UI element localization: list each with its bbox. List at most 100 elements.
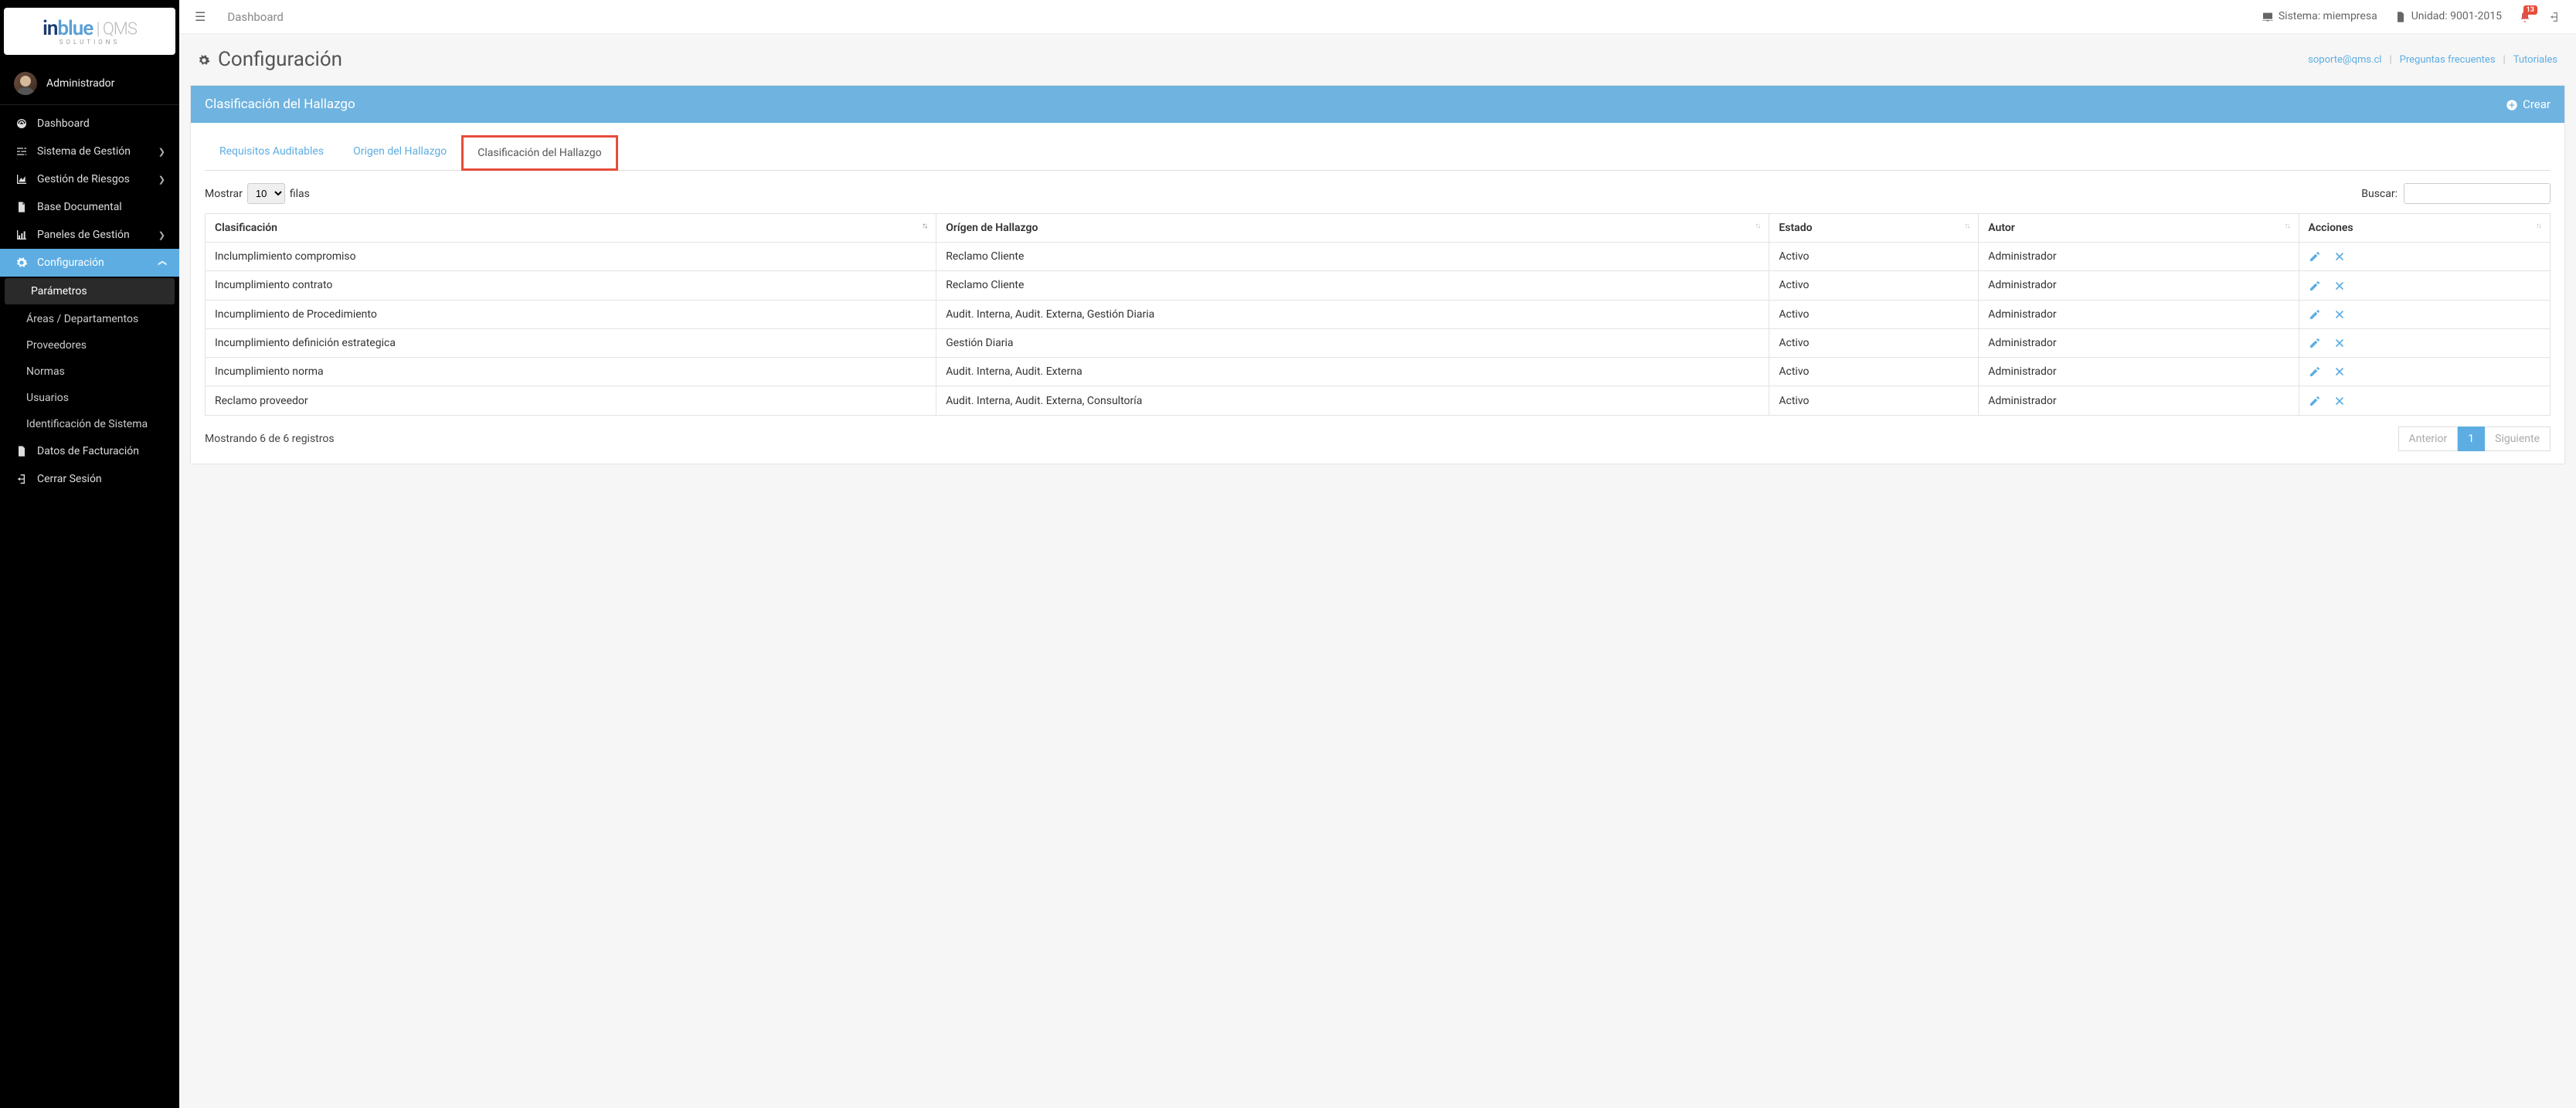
tabs: Requisitos Auditables Origen del Hallazg…	[205, 135, 2551, 171]
chevron-up-icon: ❯	[157, 259, 167, 266]
nav-sistema-gestion[interactable]: Sistema de Gestión ❯	[0, 138, 179, 165]
table-footer: Mostrando 6 de 6 registros Anterior 1 Si…	[205, 427, 2551, 451]
cell-estado: Activo	[1769, 243, 1979, 271]
gear-icon	[198, 48, 210, 71]
main-content: ☰ Dashboard Sistema: miempresa Unidad: 9…	[179, 0, 2576, 1108]
edit-button[interactable]	[2309, 365, 2321, 378]
delete-button[interactable]	[2333, 250, 2346, 263]
subnav-areas[interactable]: Áreas / Departamentos	[0, 306, 179, 332]
table-row: Reclamo proveedor Audit. Interna, Audit.…	[206, 386, 2551, 415]
unidad-indicator[interactable]: Unidad: 9001-2015	[2394, 10, 2502, 22]
cell-estado: Activo	[1769, 271, 1979, 300]
nav-paneles-gestion[interactable]: Paneles de Gestión ❯	[0, 221, 179, 249]
col-acciones: Acciones↑↓	[2299, 214, 2550, 243]
menu-toggle-icon[interactable]: ☰	[195, 9, 206, 24]
nav-label: Sistema de Gestión	[37, 145, 131, 158]
cell-autor: Administrador	[1979, 328, 2299, 357]
signout-icon	[14, 473, 29, 485]
col-origen[interactable]: Orígen de Hallazgo↑↓	[936, 214, 1769, 243]
subnav-proveedores[interactable]: Proveedores	[0, 332, 179, 359]
nav-label: Cerrar Sesión	[37, 473, 102, 485]
nav-facturacion[interactable]: Datos de Facturación	[0, 437, 179, 465]
search-input[interactable]	[2404, 183, 2551, 204]
delete-button[interactable]	[2333, 394, 2346, 406]
cell-clasificacion: Inclumplimiento compromiso	[206, 243, 936, 271]
panel-header: Clasificación del Hallazgo Crear	[191, 86, 2564, 123]
pagination: Anterior 1 Siguiente	[2398, 427, 2551, 451]
subnav-usuarios[interactable]: Usuarios	[0, 385, 179, 411]
tutorials-link[interactable]: Tutoriales	[2513, 54, 2557, 66]
nav-cerrar-sesion[interactable]: Cerrar Sesión	[0, 465, 179, 493]
user-name: Administrador	[46, 77, 114, 90]
logout-button[interactable]	[2548, 10, 2561, 22]
nav-base-documental[interactable]: Base Documental	[0, 193, 179, 221]
nav-configuracion[interactable]: Configuración ❯	[0, 249, 179, 277]
cell-origen: Audit. Interna, Audit. Externa, Gestión …	[936, 300, 1769, 328]
cell-origen: Reclamo Cliente	[936, 271, 1769, 300]
cell-estado: Activo	[1769, 386, 1979, 415]
prev-page-button[interactable]: Anterior	[2398, 427, 2459, 451]
next-page-button[interactable]: Siguiente	[2485, 427, 2551, 451]
table-row: Incumplimiento norma Audit. Interna, Aud…	[206, 358, 2551, 386]
col-autor[interactable]: Autor↑↓	[1979, 214, 2299, 243]
cell-acciones	[2299, 243, 2550, 271]
delete-button[interactable]	[2333, 279, 2346, 291]
cell-acciones	[2299, 271, 2550, 300]
panel: Clasificación del Hallazgo Crear Requisi…	[190, 85, 2565, 464]
delete-button[interactable]	[2333, 365, 2346, 378]
sort-icon: ↑↓	[1755, 222, 1759, 230]
subnav-parametros[interactable]: Parámetros	[5, 278, 175, 304]
delete-button[interactable]	[2333, 308, 2346, 321]
sliders-icon	[14, 145, 29, 158]
cell-acciones	[2299, 358, 2550, 386]
cell-acciones	[2299, 328, 2550, 357]
table-info: Mostrando 6 de 6 registros	[205, 433, 335, 445]
edit-button[interactable]	[2309, 337, 2321, 349]
faq-link[interactable]: Preguntas frecuentes	[2400, 54, 2496, 66]
page-size-select[interactable]: 10	[247, 183, 285, 204]
tab-origen[interactable]: Origen del Hallazgo	[338, 135, 461, 171]
nav-label: Configuración	[37, 257, 104, 269]
file-icon	[2394, 10, 2407, 22]
nav-gestion-riesgos[interactable]: Gestión de Riesgos ❯	[0, 165, 179, 193]
subnav-normas[interactable]: Normas	[0, 359, 179, 385]
cell-clasificacion: Reclamo proveedor	[206, 386, 936, 415]
cell-autor: Administrador	[1979, 271, 2299, 300]
notifications-button[interactable]: 13	[2519, 10, 2531, 22]
show-suffix: filas	[290, 188, 310, 200]
edit-button[interactable]	[2309, 250, 2321, 263]
table-row: Inclumplimiento compromiso Reclamo Clien…	[206, 243, 2551, 271]
subnav-identificacion[interactable]: Identificación de Sistema	[0, 411, 179, 437]
sistema-indicator[interactable]: Sistema: miempresa	[2262, 10, 2377, 22]
table-controls: Mostrar 10 filas Buscar:	[205, 183, 2551, 204]
edit-button[interactable]	[2309, 308, 2321, 321]
avatar	[14, 72, 37, 95]
nav-label: Base Documental	[37, 201, 122, 213]
cell-autor: Administrador	[1979, 300, 2299, 328]
chart-area-icon	[14, 173, 29, 185]
tab-clasificacion[interactable]: Clasificación del Hallazgo	[461, 135, 617, 171]
sort-icon: ↑↓	[1964, 222, 1969, 230]
support-link[interactable]: soporte@qms.cl	[2308, 54, 2381, 66]
nav-dashboard[interactable]: Dashboard	[0, 110, 179, 138]
panel-title: Clasificación del Hallazgo	[205, 97, 355, 112]
create-button[interactable]: Crear	[2506, 97, 2551, 111]
col-estado[interactable]: Estado↑↓	[1769, 214, 1979, 243]
monitor-icon	[2262, 10, 2274, 22]
edit-button[interactable]	[2309, 279, 2321, 291]
breadcrumb[interactable]: Dashboard	[227, 10, 284, 24]
tab-requisitos[interactable]: Requisitos Auditables	[205, 135, 338, 171]
nav-label: Datos de Facturación	[37, 445, 139, 457]
page-1-button[interactable]: 1	[2458, 427, 2485, 451]
logo: inblue | QMS Solutions	[4, 8, 175, 55]
delete-button[interactable]	[2333, 337, 2346, 349]
edit-button[interactable]	[2309, 394, 2321, 406]
sidebar: inblue | QMS Solutions Administrador Das…	[0, 0, 179, 1108]
notification-badge: 13	[2523, 5, 2537, 15]
col-clasificacion[interactable]: Clasificación↑↓	[206, 214, 936, 243]
cell-estado: Activo	[1769, 300, 1979, 328]
user-row[interactable]: Administrador	[0, 63, 179, 105]
cell-clasificacion: Incumplimiento de Procedimiento	[206, 300, 936, 328]
cell-estado: Activo	[1769, 358, 1979, 386]
nav-label: Paneles de Gestión	[37, 229, 130, 241]
